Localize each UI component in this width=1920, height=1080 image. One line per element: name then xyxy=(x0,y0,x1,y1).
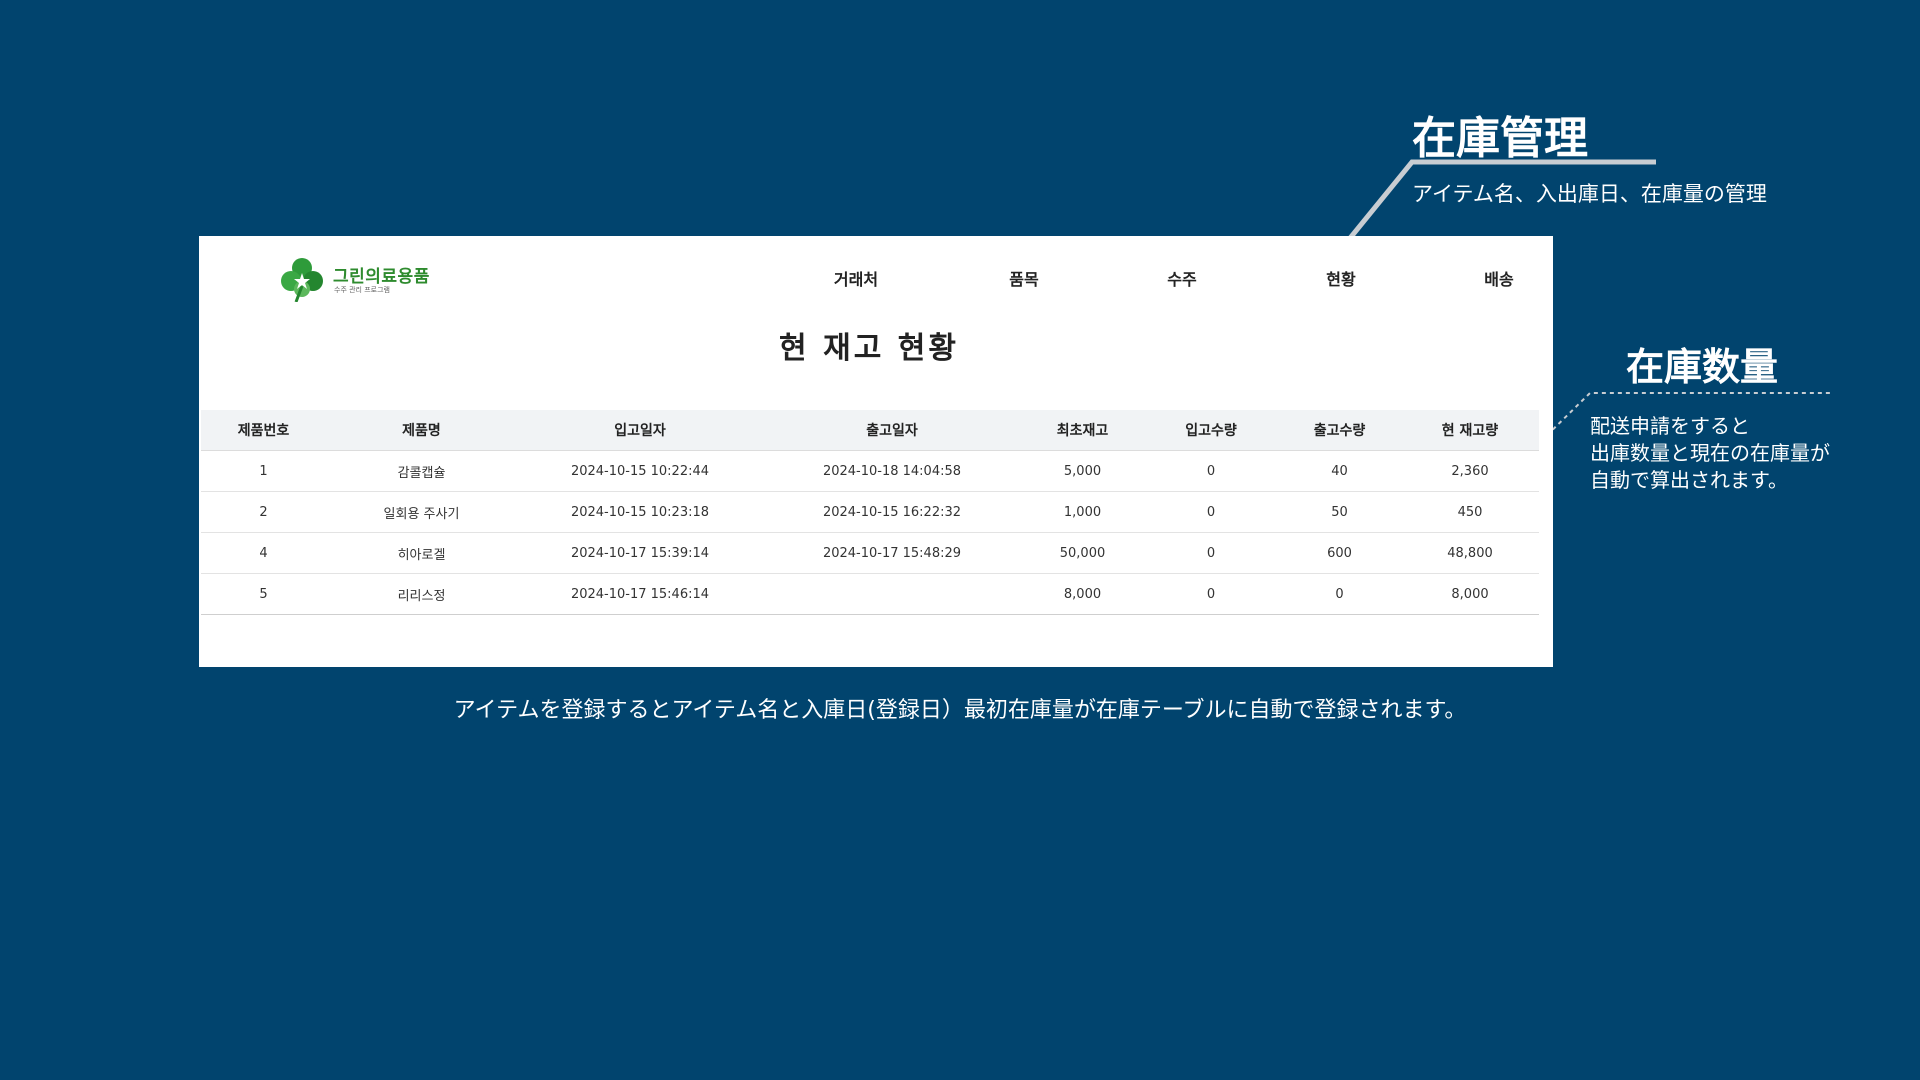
stock-table: 제품번호 제품명 입고일자 출고일자 최초재고 입고수량 출고수량 현 재고량 … xyxy=(201,410,1539,615)
cell-in-qty: 0 xyxy=(1144,573,1278,615)
header-initial-stock: 최초재고 xyxy=(1021,410,1144,451)
cell-current-stock: 48,800 xyxy=(1401,532,1539,574)
cell-product-no: 1 xyxy=(201,450,326,492)
slide-caption: アイテムを登録するとアイテム名と入庫日(登録日）最初在庫量が在庫テーブルに自動で… xyxy=(453,698,1467,723)
header-product-name: 제품명 xyxy=(326,410,517,451)
table-row[interactable]: 4 히아로겔 2024-10-17 15:39:14 2024-10-17 15… xyxy=(201,532,1539,574)
cell-in-date: 2024-10-17 15:39:14 xyxy=(517,532,763,574)
app-window: 그린의료용품 수주 관리 프로그램 거래처 품목 수주 현황 배송 현 재고 현… xyxy=(199,236,1553,667)
cell-product-no: 2 xyxy=(201,491,326,533)
cell-in-date: 2024-10-17 15:46:14 xyxy=(517,573,763,615)
logo-name: 그린의료용품 xyxy=(333,267,430,287)
app-logo[interactable]: 그린의료용품 수주 관리 프로그램 xyxy=(280,256,440,304)
cell-initial-stock: 5,000 xyxy=(1021,450,1144,492)
cell-product-name: 히아로겔 xyxy=(326,532,517,574)
cell-out-date: 2024-10-15 16:22:32 xyxy=(763,491,1021,533)
cell-in-qty: 0 xyxy=(1144,532,1278,574)
cell-out-qty: 40 xyxy=(1278,450,1401,492)
cell-initial-stock: 1,000 xyxy=(1021,491,1144,533)
cell-product-no: 5 xyxy=(201,573,326,615)
cell-in-qty: 0 xyxy=(1144,491,1278,533)
header-in-qty: 입고수량 xyxy=(1144,410,1278,451)
logo-subtitle: 수주 관리 프로그램 xyxy=(334,286,390,294)
header-product-no: 제품번호 xyxy=(201,410,326,451)
cell-out-date: 2024-10-17 15:48:29 xyxy=(763,532,1021,574)
cell-initial-stock: 50,000 xyxy=(1021,532,1144,574)
cell-product-name: 리리스정 xyxy=(326,573,517,615)
header-out-date: 출고일자 xyxy=(763,410,1021,451)
table-header-row: 제품번호 제품명 입고일자 출고일자 최초재고 입고수량 출고수량 현 재고량 xyxy=(201,410,1539,451)
nav-delivery[interactable]: 배송 xyxy=(1484,266,1513,290)
clover-icon xyxy=(281,258,323,302)
cell-out-qty: 600 xyxy=(1278,532,1401,574)
table-row[interactable]: 2 일회용 주사기 2024-10-15 10:23:18 2024-10-15… xyxy=(201,491,1539,533)
cell-out-qty: 0 xyxy=(1278,573,1401,615)
nav-orders[interactable]: 수주 xyxy=(1167,266,1196,290)
cell-initial-stock: 8,000 xyxy=(1021,573,1144,615)
cell-product-name: 일회용 주사기 xyxy=(326,491,517,533)
table-row[interactable]: 1 감콜캡슐 2024-10-15 10:22:44 2024-10-18 14… xyxy=(201,450,1539,492)
table-row[interactable]: 5 리리스정 2024-10-17 15:46:14 8,000 0 0 8,0… xyxy=(201,573,1539,615)
nav-items[interactable]: 품목 xyxy=(1009,266,1038,290)
cell-out-date xyxy=(763,573,1021,615)
cell-current-stock: 450 xyxy=(1401,491,1539,533)
cell-product-name: 감콜캡슐 xyxy=(326,450,517,492)
cell-current-stock: 2,360 xyxy=(1401,450,1539,492)
cell-in-date: 2024-10-15 10:22:44 xyxy=(517,450,763,492)
cell-in-date: 2024-10-15 10:23:18 xyxy=(517,491,763,533)
cell-out-date: 2024-10-18 14:04:58 xyxy=(763,450,1021,492)
cell-in-qty: 0 xyxy=(1144,450,1278,492)
header-in-date: 입고일자 xyxy=(517,410,763,451)
cell-out-qty: 50 xyxy=(1278,491,1401,533)
cell-current-stock: 8,000 xyxy=(1401,573,1539,615)
nav-status[interactable]: 현황 xyxy=(1326,266,1355,290)
page-title: 현 재고 현황 xyxy=(779,331,959,366)
cell-product-no: 4 xyxy=(201,532,326,574)
header-current-stock: 현 재고량 xyxy=(1401,410,1539,451)
nav-clients[interactable]: 거래처 xyxy=(834,266,878,290)
header-out-qty: 출고수량 xyxy=(1278,410,1401,451)
quantity-connector-line xyxy=(1529,392,1830,453)
